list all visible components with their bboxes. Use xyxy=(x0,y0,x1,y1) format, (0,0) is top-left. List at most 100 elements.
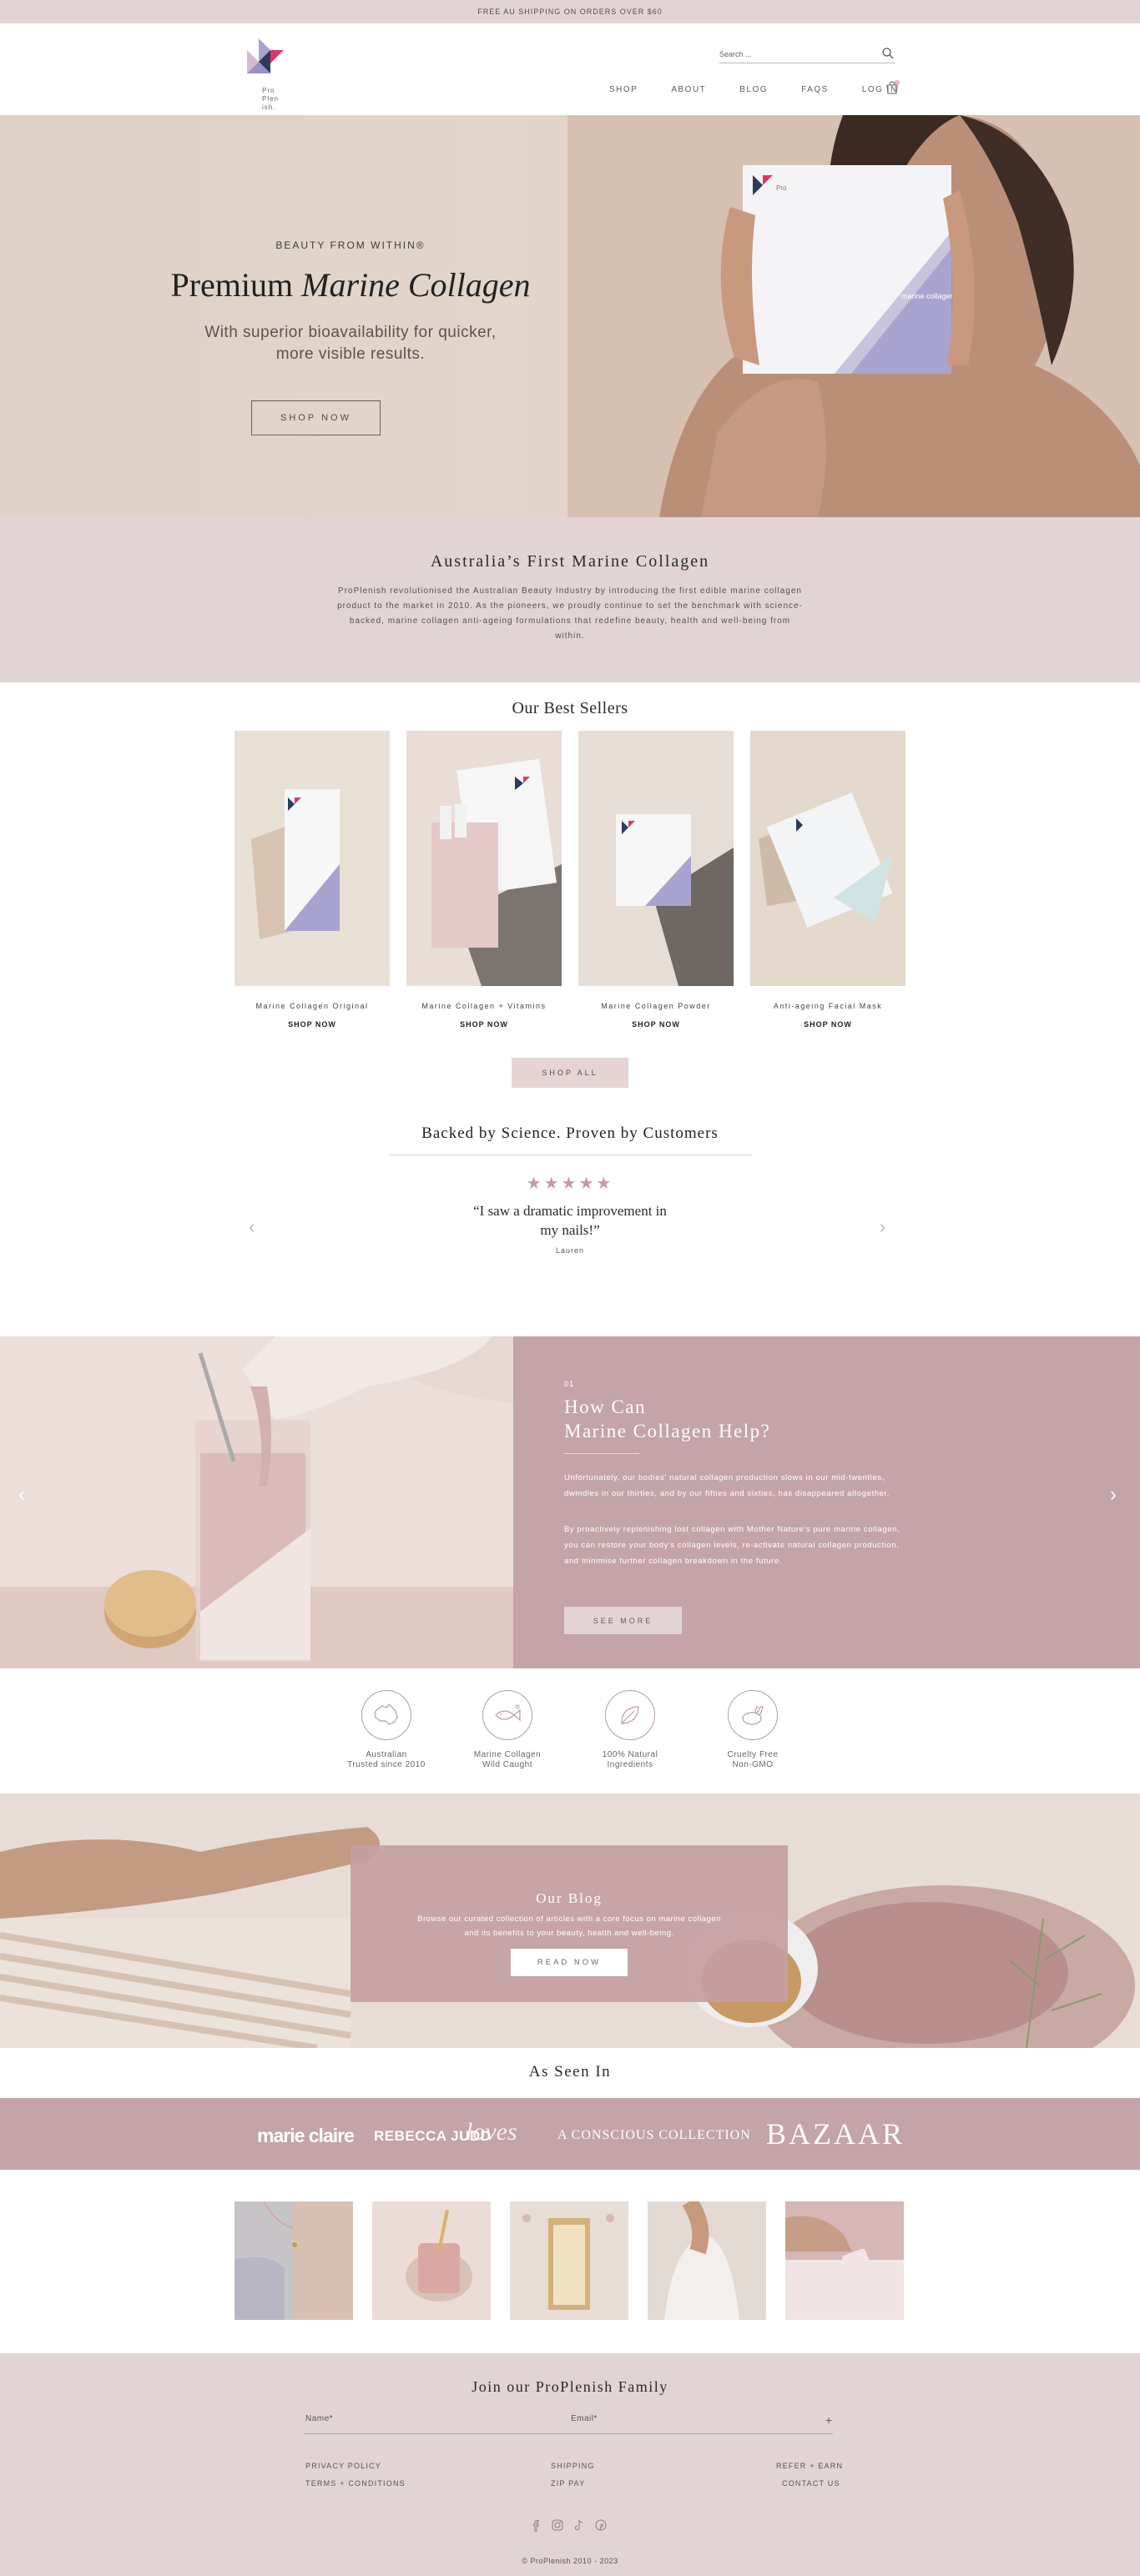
product-shop-now-link[interactable]: SHOP NOW xyxy=(406,1020,562,1029)
hero-title-italic: Marine Collagen xyxy=(301,266,531,304)
hero-eyebrow: BEAUTY FROM WITHIN® xyxy=(275,239,426,251)
chevron-left-icon[interactable]: ‹ xyxy=(18,1483,25,1507)
review-author: Lauren xyxy=(555,1246,585,1255)
about-section: Australia’s First Marine Collagen ProPle… xyxy=(0,517,1140,682)
blog-card: Our Blog Browse our curated collection o… xyxy=(351,1845,788,2002)
facebook-icon[interactable] xyxy=(529,2518,542,2532)
refer-earn-link[interactable]: REFER + EARN xyxy=(776,2462,843,2470)
instagram-post[interactable] xyxy=(510,2201,628,2320)
cart-icon[interactable]: 0 xyxy=(885,80,900,95)
svg-text:Pro: Pro xyxy=(776,184,787,192)
contact-us-link[interactable]: CONTACT US xyxy=(782,2479,840,2488)
hero-banner: Pro marine collagen BEAUTY FROM WITHIN® … xyxy=(0,115,1140,517)
feature-natural: 100% Natural Ingredients xyxy=(576,1690,684,1770)
product-card[interactable]: Marine Collagen Powder SHOP NOW xyxy=(578,731,734,1029)
blog-text: Browse our curated collection of article… xyxy=(384,1912,754,1940)
blog-text-line-2: and its benefits to your beauty, health … xyxy=(464,1929,674,1938)
instagram-post[interactable] xyxy=(235,2201,353,2320)
feature-label-1: Australian xyxy=(366,1750,407,1759)
collagen-help-paragraph-2: By proactively replenishing lost collage… xyxy=(564,1525,900,1566)
product-shop-now-link[interactable]: SHOP NOW xyxy=(750,1020,905,1029)
features-section: Australian Trusted since 2010 Marine Coll… xyxy=(0,1668,1140,1794)
feature-label-2: Ingredients xyxy=(607,1760,653,1769)
product-name[interactable]: Marine Collagen + Vitamins xyxy=(406,1002,562,1010)
instagram-post[interactable] xyxy=(785,2201,904,2320)
blog-section: Our Blog Browse our curated collection o… xyxy=(0,1794,1140,2048)
instagram-post[interactable] xyxy=(372,2201,491,2320)
marie-claire-logo: marie claire xyxy=(257,2125,355,2146)
privacy-policy-link[interactable]: PRIVACY POLICY xyxy=(305,2462,381,2470)
feature-label-1: Cruelty Free xyxy=(727,1750,779,1759)
feature-label-1: 100% Natural xyxy=(602,1750,658,1759)
newsletter-name-field[interactable]: Name* xyxy=(305,2414,333,2423)
search-placeholder: Search ... xyxy=(719,50,752,58)
collagen-help-title-line-2: Marine Collagen Help? xyxy=(564,1421,771,1441)
nav-faqs[interactable]: FAQS xyxy=(801,85,829,94)
product-name[interactable]: Anti-ageing Facial Mask xyxy=(750,1002,905,1010)
tiktok-icon[interactable] xyxy=(573,2518,586,2532)
read-now-button[interactable]: READ NOW xyxy=(511,1949,628,1976)
instagram-feed xyxy=(0,2170,1140,2353)
nav-blog[interactable]: BLOG xyxy=(739,85,768,94)
bazaar-logo: BAZAAR xyxy=(766,2117,905,2151)
hero-title-plain: Premium xyxy=(170,266,302,304)
newsletter-email-field[interactable]: Email* xyxy=(571,2414,598,2423)
conscious-collection-logo: A CONSCIOUS COLLECTION xyxy=(557,2128,751,2142)
hero-subtitle-line-2: more visible results. xyxy=(275,345,426,363)
site-header: Pro Plen ish. Search ... SHOP ABOUT BLOG… xyxy=(0,23,1140,115)
terms-link[interactable]: TERMS + CONDITIONS xyxy=(305,2479,406,2488)
review-quote-line-1: “I saw a dramatic improvement in xyxy=(473,1203,667,1219)
main-nav: SHOP ABOUT BLOG FAQS LOG IN xyxy=(609,85,931,94)
hero-subtitle: With superior bioavailability for quicke… xyxy=(134,322,567,365)
review-quote-line-2: my nails!” xyxy=(540,1222,600,1238)
newsletter-submit-button[interactable]: + xyxy=(825,2413,832,2427)
feature-label-2: Trusted since 2010 xyxy=(347,1760,426,1769)
see-more-button[interactable]: SEE MORE xyxy=(564,1607,682,1634)
search-input[interactable]: Search ... xyxy=(719,47,895,63)
nav-about[interactable]: ABOUT xyxy=(671,85,706,94)
product-shop-now-link[interactable]: SHOP NOW xyxy=(235,1020,390,1029)
bunny-icon xyxy=(742,1706,764,1725)
shipping-link[interactable]: SHIPPING xyxy=(551,2462,595,2470)
feature-australian: Australian Trusted since 2010 xyxy=(332,1690,441,1770)
copyright-text: © ProPlenish 2010 - 2023 xyxy=(522,2557,618,2565)
product-name[interactable]: Marine Collagen Powder xyxy=(578,1002,734,1010)
product-image[interactable] xyxy=(235,731,390,986)
chevron-right-icon[interactable]: › xyxy=(1110,1483,1117,1507)
feature-wild-caught: Marine Collagen Wild Caught xyxy=(453,1690,562,1770)
zip-pay-link[interactable]: ZIP PAY xyxy=(551,2479,585,2488)
best-sellers-title: Our Best Sellers xyxy=(512,699,628,717)
feature-cruelty-free: Cruelty Free Non-GMO xyxy=(699,1690,807,1770)
press-logos-bar: marie claire REBECCA JUDD loves A CONSCI… xyxy=(0,2098,1140,2170)
collagen-help-title: How Can Marine Collagen Help? xyxy=(564,1395,770,1443)
loves-logo: loves xyxy=(466,2118,517,2146)
search-icon[interactable] xyxy=(881,47,895,60)
product-image[interactable] xyxy=(578,731,734,986)
product-image[interactable] xyxy=(406,731,562,986)
product-name[interactable]: Marine Collagen Original xyxy=(235,1002,390,1010)
chevron-right-icon[interactable]: › xyxy=(880,1216,893,1237)
collagen-help-divider xyxy=(564,1453,639,1454)
product-shop-now-link[interactable]: SHOP NOW xyxy=(578,1020,734,1029)
about-text: ProPlenish revolutionised the Australian… xyxy=(337,586,803,641)
hero-title: Premium Marine Collagen xyxy=(134,265,567,304)
chevron-left-icon[interactable]: ‹ xyxy=(249,1216,262,1237)
blog-text-line-1: Browse our curated collection of article… xyxy=(417,1914,721,1924)
instagram-post[interactable] xyxy=(648,2201,766,2320)
review-stars: ★★★★★ xyxy=(526,1175,614,1193)
as-seen-in-header: As Seen In xyxy=(0,2048,1140,2098)
site-footer: Join our ProPlenish Family Name* Email* … xyxy=(0,2353,1140,2576)
pinterest-icon[interactable] xyxy=(594,2518,608,2532)
announcement-bar: FREE AU SHIPPING ON ORDERS OVER $60 xyxy=(0,0,1140,23)
product-card[interactable]: Marine Collagen Original SHOP NOW xyxy=(235,731,390,1029)
collagen-help-title-line-1: How Can xyxy=(564,1396,647,1417)
nav-shop[interactable]: SHOP xyxy=(609,85,638,94)
instagram-icon[interactable] xyxy=(551,2518,564,2532)
about-title: Australia’s First Marine Collagen xyxy=(430,552,710,571)
hero-shop-now-button[interactable]: SHOP NOW xyxy=(251,400,381,435)
product-card[interactable]: Marine Collagen + Vitamins SHOP NOW xyxy=(406,731,562,1029)
product-card[interactable]: Anti-ageing Facial Mask SHOP NOW xyxy=(750,731,905,1029)
announcement-text: FREE AU SHIPPING ON ORDERS OVER $60 xyxy=(477,8,663,16)
product-image[interactable] xyxy=(750,731,905,986)
shop-all-button[interactable]: SHOP ALL xyxy=(512,1058,628,1088)
